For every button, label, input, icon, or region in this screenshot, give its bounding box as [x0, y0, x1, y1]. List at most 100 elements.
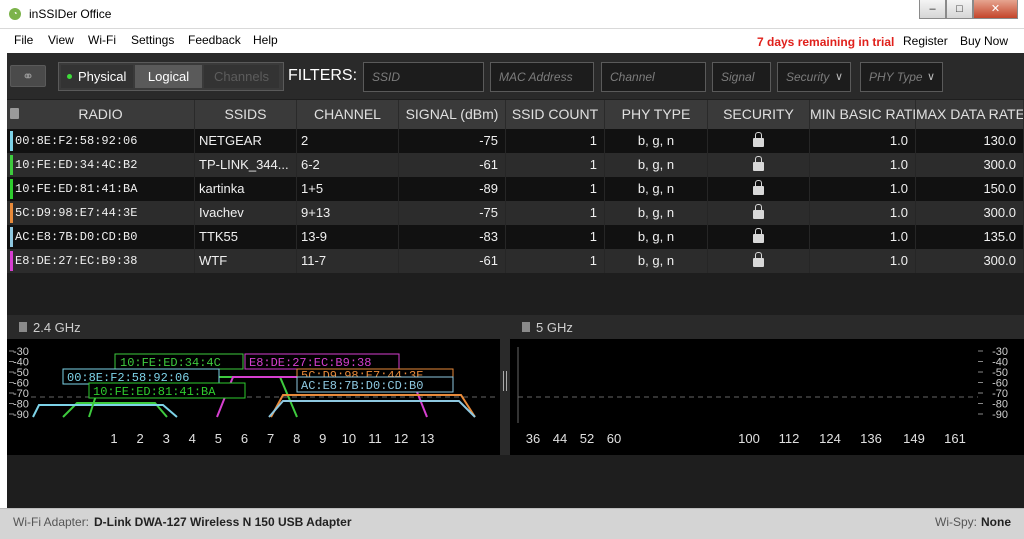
phy-filter-select[interactable]: PHY Type ∨	[860, 62, 943, 92]
cell-signal: -89	[399, 177, 506, 201]
x-tick-label: 5	[215, 431, 222, 446]
cell-min: 1.0	[810, 201, 916, 225]
chevron-down-icon: ∨	[834, 71, 843, 83]
x-tick-label: 1	[110, 431, 117, 446]
menu-feedback[interactable]: Feedback	[188, 33, 241, 47]
col-radio[interactable]: RADIO	[7, 100, 195, 129]
close-button[interactable]: ✕	[973, 0, 1018, 19]
graph-24ghz-panel: 2.4 GHz -30 -40 -50 -60 -70 -80 -90 10:FE:ED:3…	[7, 315, 500, 455]
menu-help[interactable]: Help	[253, 33, 278, 47]
vertical-splitter[interactable]	[500, 315, 510, 455]
x-tick-label: 112	[779, 431, 800, 446]
status-bar: Wi-Fi Adapter: D-Link DWA-127 Wireless N…	[0, 508, 1024, 539]
graph-label-text: 10:FE:ED:81:41:BA	[93, 385, 216, 399]
cell-max: 300.0	[916, 249, 1024, 273]
table-row[interactable]: 5C:D9:98:E7:44:3E Ivachev 9+13 -75 1 b, g, n 1…	[7, 201, 1024, 225]
channels-view-button[interactable]: Channels	[204, 65, 279, 88]
cell-phy: b, g, n	[605, 177, 708, 201]
cell-signal: -61	[399, 249, 506, 273]
filters-label: FILTERS:	[288, 67, 358, 84]
window-title: inSSIDer Office	[29, 7, 112, 21]
wifi-app-icon: ◔	[9, 8, 21, 20]
col-ssids[interactable]: SSIDS	[195, 100, 297, 129]
x-tick-label: 2	[136, 431, 143, 446]
security-filter-select[interactable]: Security ∨	[777, 62, 851, 92]
cell-channel: 9+13	[297, 201, 399, 225]
graph-label: 10:FE:ED:81:41:BA	[88, 382, 246, 399]
table-row[interactable]: AC:E8:7B:D0:CD:B0 TTK55 13-9 -83 1 b, g, n 1.0…	[7, 225, 1024, 249]
x-tick-label: 36	[526, 431, 540, 446]
table-row[interactable]: 10:FE:ED:34:4C:B2 TP-LINK_344... 6-2 -61 1 b,…	[7, 153, 1024, 177]
x-tick-label: 4	[189, 431, 196, 446]
col-max-data-rate[interactable]: MAX DATA RATE	[916, 100, 1024, 129]
y-axis-ticks: -30-40-50-60-70-80-90	[9, 346, 29, 421]
logical-view-button[interactable]: Logical	[135, 65, 202, 88]
link-icon[interactable]: ⚭	[10, 65, 46, 87]
adapter-label: Wi-Fi Adapter:	[13, 515, 90, 529]
register-link[interactable]: Register	[903, 34, 948, 48]
cell-count: 1	[506, 201, 605, 225]
ssid-filter-input[interactable]: SSID	[363, 62, 484, 92]
cell-count: 1	[506, 249, 605, 273]
table-row[interactable]: E8:DE:27:EC:B9:38 WTF 11-7 -61 1 b, g, n 1.0 30…	[7, 249, 1024, 273]
view-mode-toggle: Physical Logical Channels	[58, 62, 284, 91]
lock-icon	[753, 156, 764, 171]
cell-min: 1.0	[810, 129, 916, 153]
x-tick-label: 52	[580, 431, 594, 446]
cell-min: 1.0	[810, 153, 916, 177]
x-tick-label: 10	[342, 431, 356, 446]
cell-phy: b, g, n	[605, 249, 708, 273]
graph-5ghz-title: 5 GHz	[536, 320, 573, 335]
graph-24ghz-canvas: -30-40-50-60-70-80-90 10:FE:ED:34:4C E8:…	[9, 346, 497, 446]
x-tick-label: 3	[163, 431, 170, 446]
cell-security	[708, 225, 810, 249]
col-signal[interactable]: SIGNAL (dBm)	[399, 100, 506, 129]
menu-view[interactable]: View	[48, 33, 74, 47]
x-tick-label: 8	[293, 431, 300, 446]
menu-wifi[interactable]: Wi-Fi	[88, 33, 116, 47]
menu-settings[interactable]: Settings	[131, 33, 174, 47]
x-tick-label: 44	[553, 431, 567, 446]
table-row[interactable]: 00:8E:F2:58:92:06 NETGEAR 2 -75 1 b, g, n 1.0 1…	[7, 129, 1024, 153]
col-channel[interactable]: CHANNEL	[297, 100, 399, 129]
graph-5ghz-canvas: -30-40-50-60-70-80-90 36 44 52 60 100 112 124 1…	[517, 346, 1008, 446]
column-chooser-icon[interactable]	[10, 108, 19, 119]
physical-label: Physical	[78, 69, 127, 84]
col-security[interactable]: SECURITY	[708, 100, 810, 129]
cell-max: 300.0	[916, 201, 1024, 225]
lock-icon	[753, 228, 764, 243]
col-min-basic-rate[interactable]: MIN BASIC RATE	[810, 100, 916, 129]
graph-24ghz-title: 2.4 GHz	[33, 320, 81, 335]
menu-bar: File View Wi-Fi Settings Feedback Help 7…	[0, 29, 1024, 53]
minimize-button[interactable]: –	[919, 0, 946, 19]
document-icon	[522, 322, 530, 332]
x-tick-label: 12	[394, 431, 408, 446]
physical-view-button[interactable]: Physical	[61, 65, 133, 88]
cell-radio: 00:8E:F2:58:92:06	[7, 129, 195, 153]
lock-icon	[753, 204, 764, 219]
graph-label-text: AC:E8:7B:D0:CD:B0	[301, 379, 423, 393]
menu-file[interactable]: File	[14, 33, 33, 47]
filter-bar: ⚭ Physical Logical Channels FILTERS: SSI…	[7, 53, 1024, 99]
wispy-value: None	[981, 515, 1011, 529]
cell-ssid: NETGEAR	[195, 129, 297, 153]
signal-filter-input[interactable]: Signal	[712, 62, 771, 92]
table-row[interactable]: 10:FE:ED:81:41:BA kartinka 1+5 -89 1 b, g, n 1…	[7, 177, 1024, 201]
phy-filter-label: PHY Type	[869, 70, 923, 84]
cell-max: 150.0	[916, 177, 1024, 201]
cell-min: 1.0	[810, 249, 916, 273]
signal-curve-ivachev	[270, 394, 476, 418]
maximize-button[interactable]: □	[946, 0, 973, 19]
cell-count: 1	[506, 225, 605, 249]
buy-now-link[interactable]: Buy Now	[960, 34, 1008, 48]
cell-security	[708, 201, 810, 225]
mac-filter-input[interactable]: MAC Address	[490, 62, 594, 92]
col-phy-type[interactable]: PHY TYPE	[605, 100, 708, 129]
cell-signal: -61	[399, 153, 506, 177]
col-ssid-count[interactable]: SSID COUNT	[506, 100, 605, 129]
window-controls: – □ ✕	[919, 0, 1018, 20]
cell-radio: AC:E8:7B:D0:CD:B0	[7, 225, 195, 249]
graph-label: 10:FE:ED:34:4C	[114, 353, 244, 370]
x-tick-label: 100	[738, 431, 760, 446]
channel-filter-input[interactable]: Channel	[601, 62, 706, 92]
